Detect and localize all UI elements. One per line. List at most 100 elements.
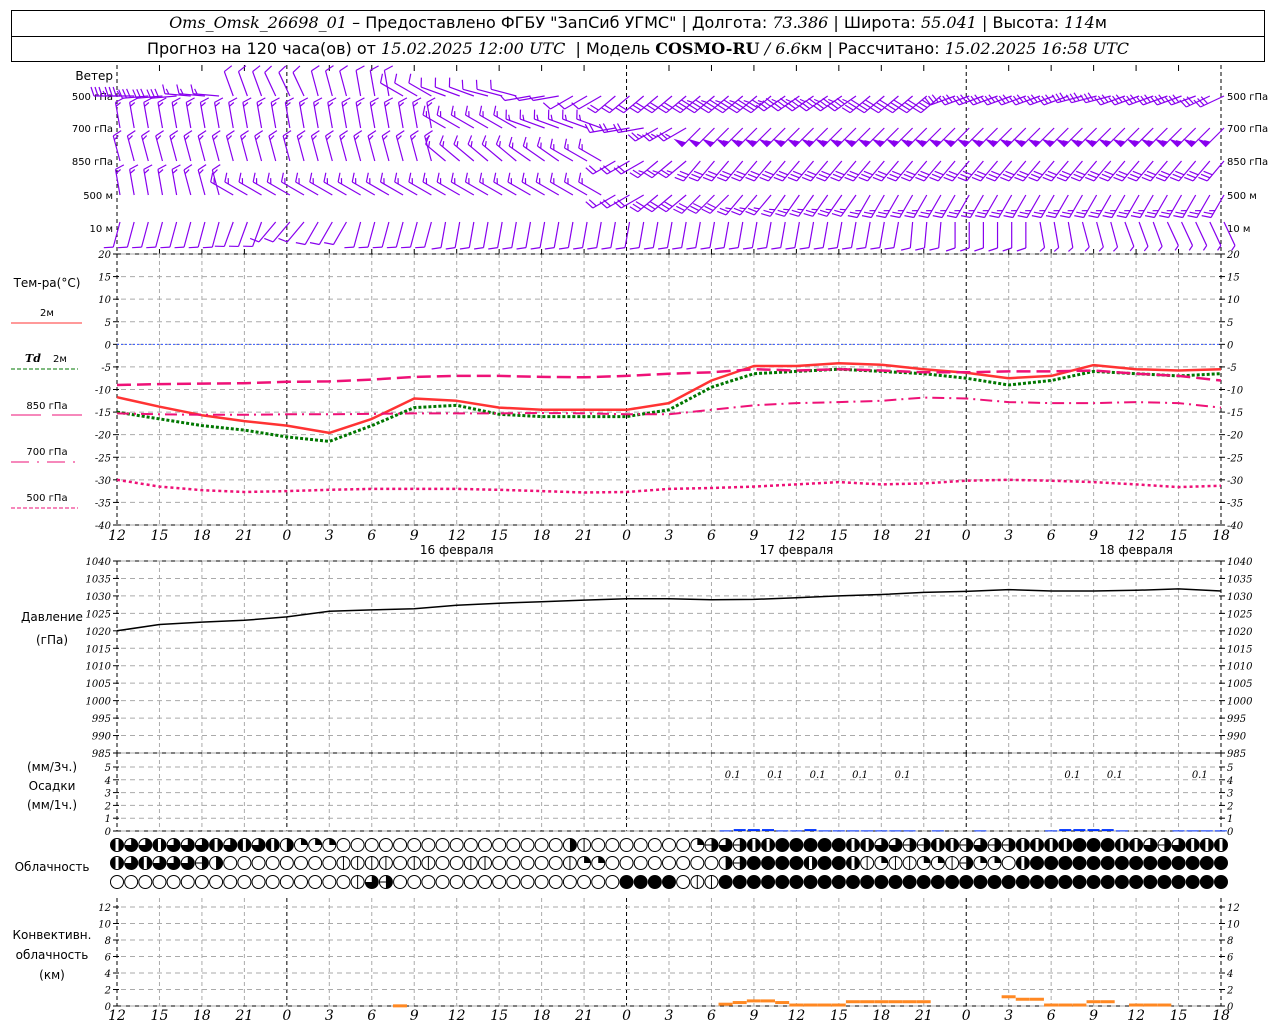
wind-barb bbox=[1116, 194, 1140, 219]
wind-barb-feather bbox=[269, 135, 275, 141]
wind-barb-feather bbox=[635, 102, 645, 109]
cloud-circle bbox=[1072, 838, 1087, 852]
wind-barb-feather bbox=[632, 203, 642, 210]
wind-barb-feather bbox=[354, 135, 360, 141]
wind-barb-feather bbox=[887, 104, 897, 111]
wind-barb-feather bbox=[456, 141, 459, 147]
wind-barb-staff bbox=[780, 221, 786, 248]
wind-level-label-right: 500 м bbox=[1227, 191, 1257, 202]
precip-bar bbox=[733, 829, 746, 831]
wind-barb bbox=[339, 130, 348, 162]
wind-barb-staff bbox=[155, 221, 164, 248]
wind-barb-staff bbox=[332, 221, 347, 245]
precip-axis-tick-label: 3 bbox=[105, 789, 111, 800]
cloud-circle bbox=[690, 856, 705, 870]
wind-barb-feather bbox=[849, 170, 859, 176]
wind-barb bbox=[1056, 160, 1083, 182]
cloud-circle bbox=[789, 838, 804, 852]
x-tick-label-bottom: 9 bbox=[410, 1008, 419, 1024]
wind-barb-feather bbox=[1146, 170, 1157, 176]
wind-barb bbox=[237, 65, 248, 97]
cloud-circle bbox=[1114, 875, 1129, 889]
wind-barb-feather bbox=[901, 104, 911, 111]
wind-barb-feather bbox=[1073, 173, 1083, 179]
wind-barb-feather bbox=[918, 215, 929, 219]
wind-barb-feather bbox=[427, 102, 433, 107]
wind-barb-feather bbox=[776, 100, 785, 107]
wind-barb-feather bbox=[202, 246, 213, 249]
wind-barb-feather bbox=[183, 130, 193, 137]
convective-label-2: облачность bbox=[16, 948, 89, 962]
wind-barb-feather bbox=[988, 247, 998, 252]
wind-barb-feather bbox=[280, 172, 284, 183]
wind-barb-feather bbox=[1198, 176, 1208, 182]
wind-barb-feather bbox=[493, 172, 497, 183]
pressure-axis-tick-label-right: 1015 bbox=[1227, 644, 1252, 655]
wind-barb bbox=[861, 194, 885, 219]
wind-barb-staff bbox=[893, 221, 900, 248]
precip-axis-tick-label-right: 5 bbox=[1227, 763, 1233, 774]
wind-barb-feather bbox=[297, 135, 303, 141]
wind-barb-feather bbox=[475, 79, 478, 90]
cloud-circle bbox=[548, 856, 563, 870]
cloud-circle bbox=[548, 875, 563, 889]
cloud-symbol-high bbox=[152, 838, 167, 852]
wind-barb-staff bbox=[482, 221, 489, 248]
wind-barb bbox=[785, 221, 800, 250]
precip-bar bbox=[804, 829, 817, 831]
wind-barb bbox=[587, 221, 602, 250]
cloud-symbol-middle bbox=[1171, 856, 1186, 870]
cloud-fill bbox=[980, 856, 987, 863]
wind-barb-feather bbox=[660, 104, 670, 111]
convective-cloud-bar bbox=[1015, 997, 1030, 1001]
precip-bar bbox=[1045, 830, 1058, 832]
cloud-symbol-middle bbox=[817, 856, 832, 870]
wind-barb-feather bbox=[426, 97, 436, 103]
x-tick-label-bottom: 15 bbox=[151, 1008, 169, 1024]
wind-barb bbox=[1127, 160, 1154, 182]
wind-barb-feather bbox=[915, 247, 925, 251]
cloud-symbol-high bbox=[421, 838, 436, 852]
wind-barb-feather bbox=[657, 107, 667, 114]
wind-barb-feather bbox=[174, 246, 185, 249]
wind-barb-feather bbox=[771, 247, 781, 250]
wind-barb bbox=[1209, 221, 1222, 251]
cloud-circle bbox=[124, 875, 139, 889]
x-tick-label: 12 bbox=[787, 528, 805, 544]
cloud-stripe bbox=[851, 857, 855, 869]
wind-barb bbox=[1039, 221, 1046, 252]
cloud-circle bbox=[1086, 838, 1101, 852]
wind-barb bbox=[932, 194, 956, 219]
wind-barb-feather bbox=[295, 172, 299, 183]
precip-bar bbox=[1115, 830, 1128, 832]
wind-barb-feather bbox=[1141, 176, 1151, 182]
wind-barb-feather bbox=[957, 176, 967, 182]
wind-barb-feather bbox=[1113, 176, 1123, 182]
wind-barb-feather bbox=[686, 99, 693, 103]
wind-barb-feather bbox=[872, 176, 882, 182]
wind-barb-feather bbox=[991, 170, 1001, 176]
cloud-symbol-high bbox=[548, 838, 563, 852]
wind-barb-feather bbox=[686, 107, 695, 114]
temp-axis-tick-label: -15 bbox=[95, 408, 111, 419]
wind-barb bbox=[146, 221, 164, 249]
wind-barb-feather bbox=[117, 246, 128, 249]
wind-barb-staff bbox=[1124, 221, 1135, 247]
cloud-symbol-low bbox=[223, 875, 238, 889]
cloud-circle bbox=[605, 838, 620, 852]
cloud-circle bbox=[1030, 875, 1044, 889]
wind-barb bbox=[292, 65, 305, 97]
cloud-circle bbox=[463, 838, 478, 852]
x-tick-label: 15 bbox=[490, 528, 508, 544]
wind-barb-feather bbox=[875, 173, 885, 179]
wind-barb-feather bbox=[1031, 215, 1042, 219]
cloud-symbol-high bbox=[605, 838, 620, 852]
wind-barb-feather bbox=[223, 65, 233, 73]
cloud-symbol-high bbox=[562, 838, 577, 852]
wind-barb bbox=[459, 221, 475, 250]
wind-barb-feather bbox=[1074, 215, 1084, 219]
wind-barb-feather bbox=[436, 105, 440, 116]
cloud-stripe bbox=[1063, 839, 1067, 851]
wind-barb-feather bbox=[424, 130, 433, 137]
wind-barb-staff bbox=[353, 221, 362, 248]
